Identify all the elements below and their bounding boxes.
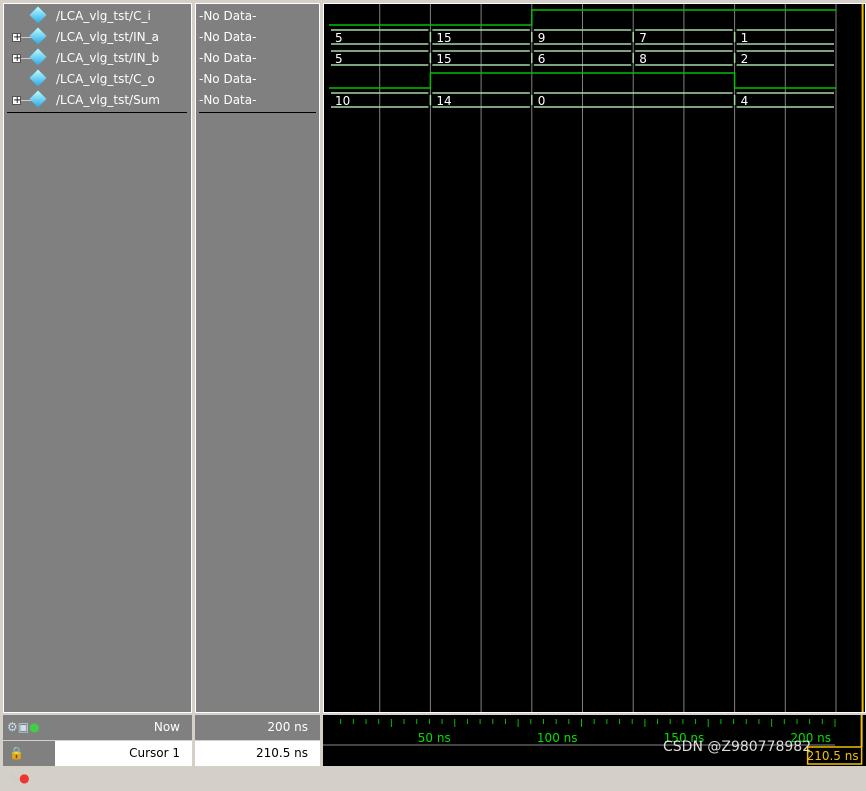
bus-value-label: 15 [436,31,451,45]
now-toolbar-icons[interactable]: ⚙▣● [7,715,40,740]
signal-row[interactable]: /LCA_vlg_tst/C_o [4,69,189,90]
signal-diamond-icon [29,90,47,108]
bus-value-label: 14 [436,94,451,108]
axis-tick-label: 50 ns [418,731,451,745]
bus-segment [531,92,733,108]
signal-name: /LCA_vlg_tst/IN_b [56,51,160,65]
bus-segment [531,29,632,45]
bus-segment [531,50,632,66]
signal-value: -No Data- [199,51,257,65]
cursor-readout: 210.5 ns [807,749,859,763]
cursor-value: 210.5 ns [195,741,320,766]
signal-name: /LCA_vlg_tst/IN_a [56,30,159,44]
list-end-divider [199,112,316,113]
signal-value: -No Data- [199,9,257,23]
now-row: ⚙▣● Now [3,715,192,740]
bus-segment [733,29,834,45]
signal-row[interactable]: + /LCA_vlg_tst/Sum [4,90,189,111]
signal-diamond-icon [29,6,47,24]
signal-values-pane: -No Data- -No Data- -No Data- -No Data- -No … [195,3,320,713]
bus-value-label: 10 [335,94,350,108]
now-label: Now [153,720,180,734]
bus-value-label: 5 [335,31,343,45]
signal-names-pane: /LCA_vlg_tst/C_i + /LCA_vlg_tst/IN_a + /LCA_… [3,3,192,713]
bus-value-label: 1 [741,31,749,45]
signal-name: /LCA_vlg_tst/C_o [56,72,155,86]
signal-diamond-icon [29,48,47,66]
cursor-label[interactable]: Cursor 1 [55,741,192,766]
bus-segment [632,50,733,66]
signal-diamond-icon [29,69,47,87]
bus-segment [733,50,834,66]
expand-icon[interactable]: + [12,33,21,43]
signal-value: -No Data- [199,30,257,44]
signal-row[interactable]: + /LCA_vlg_tst/IN_b [4,48,189,69]
axis-tick-label: 100 ns [537,731,578,745]
signal-diamond-icon [29,27,47,45]
bus-value-label: 2 [741,52,749,66]
cursor-toolbar-icons[interactable]: 🔒✎● [3,741,55,785]
now-value: 200 ns [195,715,320,740]
waveform-canvas[interactable]: 5 15 9 7 15 15 6 8 210 14 0 4 [324,4,865,712]
signal-value: -No Data- [199,72,257,86]
bus-value-label: 9 [538,31,546,45]
signal-name: /LCA_vlg_tst/Sum [56,93,160,107]
signal-row[interactable]: /LCA_vlg_tst/C_i [4,6,189,27]
signal-name: /LCA_vlg_tst/C_i [56,9,151,23]
expand-icon[interactable]: + [12,54,21,64]
list-end-divider [7,112,187,113]
bus-value-label: 5 [335,52,343,66]
bus-value-label: 0 [538,94,546,108]
watermark: CSDN @Z980778982 [663,739,812,755]
bus-segment [632,29,733,45]
bus-value-label: 8 [639,52,647,66]
bus-value-label: 4 [741,94,749,108]
waveform-pane[interactable]: 5 15 9 7 1 5 15 6 8 2 10 14 0 4 [323,3,866,713]
bus-value-label: 7 [639,31,647,45]
bus-value-label: 15 [436,52,451,66]
bus-value-label: 6 [538,52,546,66]
signal-value: -No Data- [199,93,257,107]
bottom-bar: ⚙▣● Now 200 ns 🔒✎● Cursor 1 210.5 ns 50 … [0,715,866,785]
bus-segment [733,92,834,108]
expand-icon[interactable]: + [12,96,21,106]
signal-row[interactable]: + /LCA_vlg_tst/IN_a [4,27,189,48]
